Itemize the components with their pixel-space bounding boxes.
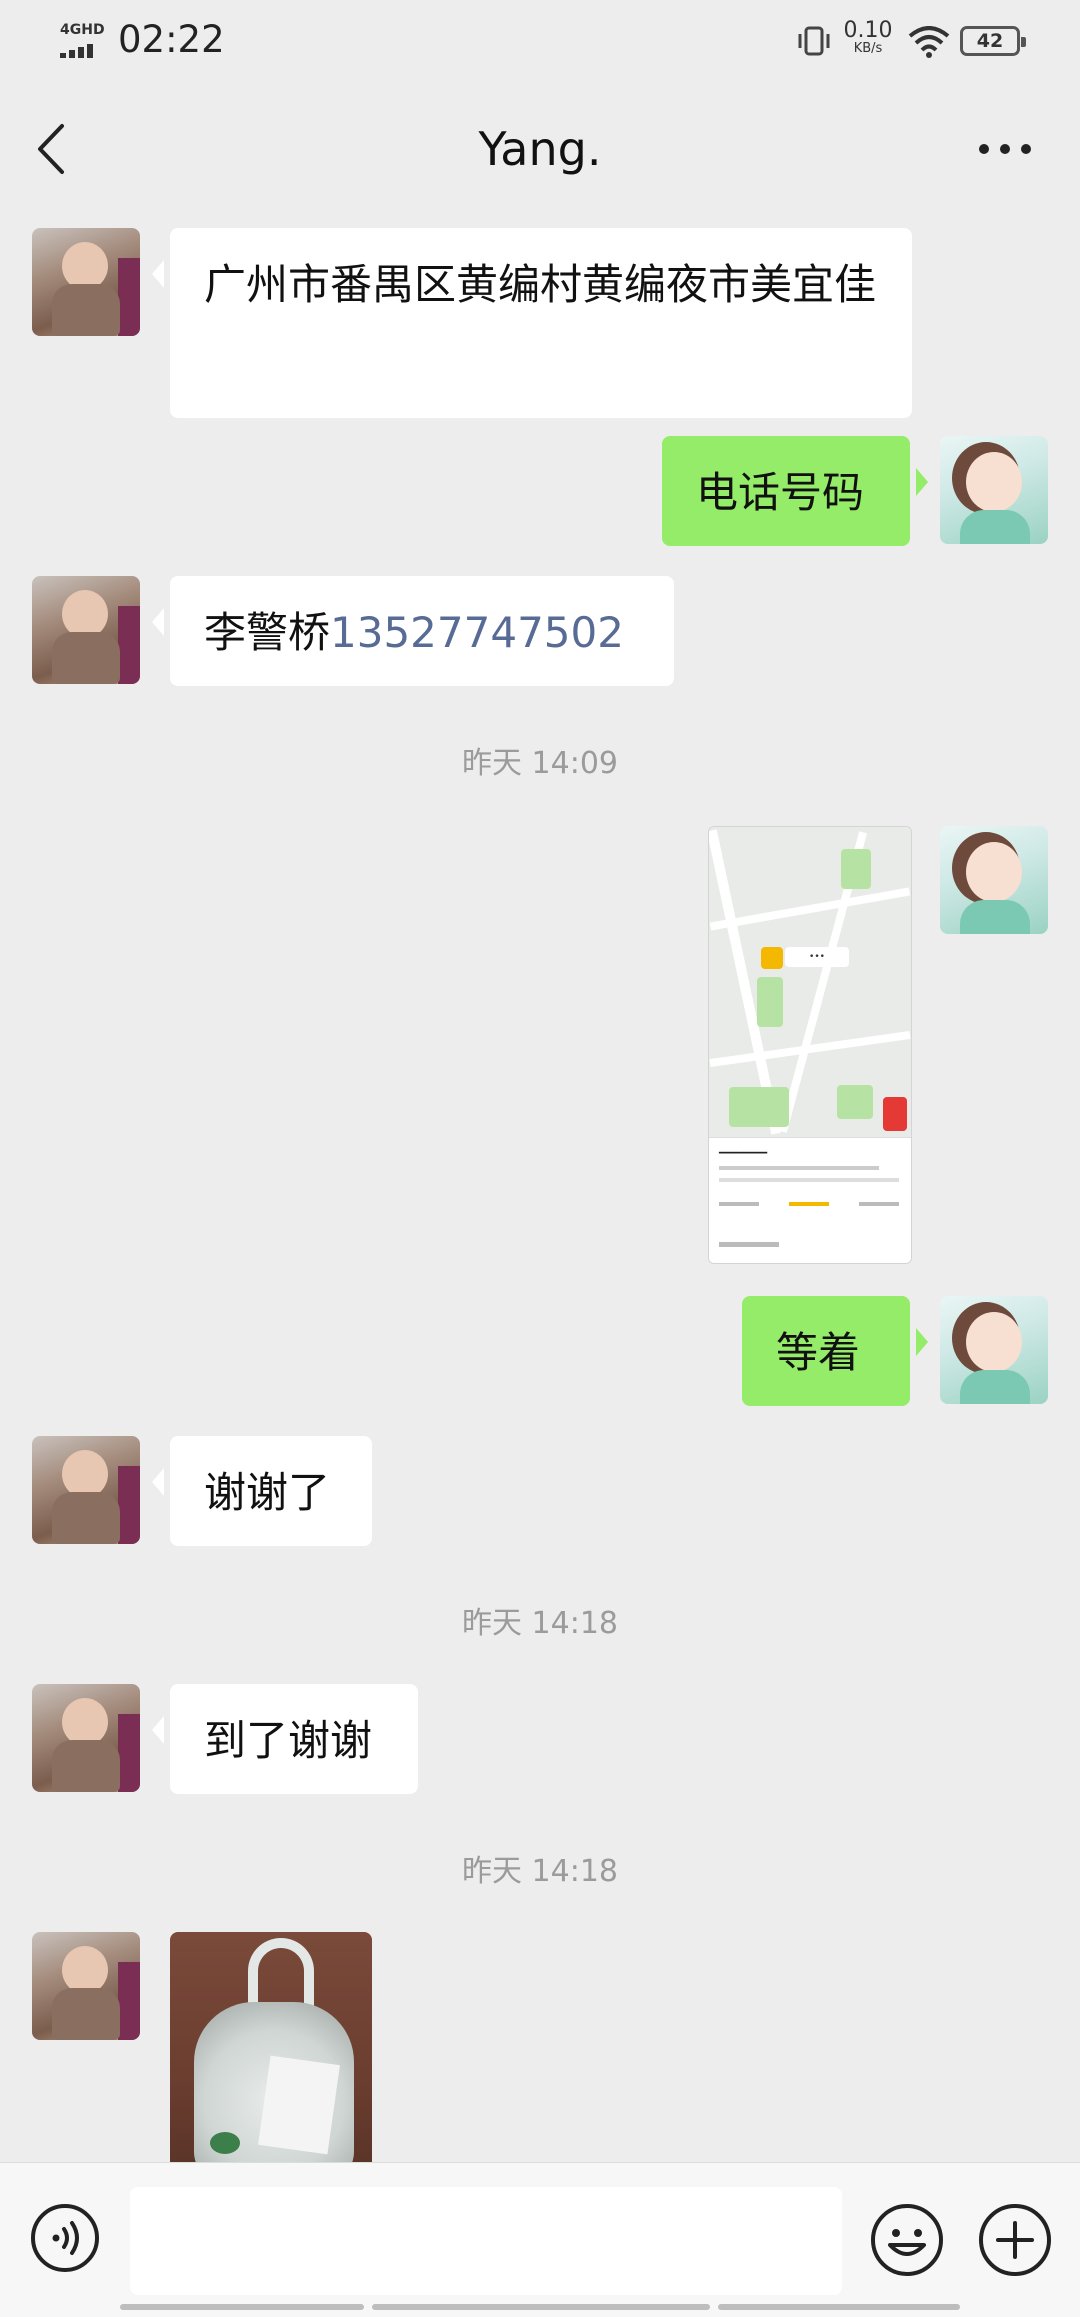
message-text: 到了谢谢: [204, 1716, 373, 1765]
status-time: 02:22: [118, 18, 225, 61]
message-bubble[interactable]: 李警桥13527747502: [152, 576, 674, 686]
battery-level: 42: [976, 30, 1004, 52]
self-avatar[interactable]: [940, 826, 1048, 934]
wifi-icon: [908, 26, 950, 58]
message-text: 广州市番禺区黄编村黄编夜市美宜佳: [204, 260, 877, 309]
message-bubble[interactable]: 广州市番禺区黄编村黄编夜市美宜佳: [152, 228, 912, 418]
chat-area[interactable]: 广州市番禺区黄编村黄编夜市美宜佳 电话号码 李警桥13527747502 昨天 …: [0, 214, 1080, 2162]
contact-avatar[interactable]: [32, 1436, 140, 1544]
contact-avatar[interactable]: [32, 576, 140, 684]
message-text: 电话号码: [696, 468, 865, 517]
phone-link[interactable]: 13527747502: [330, 608, 624, 657]
timestamp: 昨天 14:09: [462, 746, 618, 781]
network-speed: 0.10 KB/s: [843, 18, 893, 56]
contact-avatar[interactable]: [32, 1932, 140, 2040]
timestamp: 昨天 14:18: [462, 1606, 618, 1641]
more-dots-icon[interactable]: [972, 124, 1038, 174]
message-input[interactable]: [130, 2187, 842, 2295]
photo-bag-image[interactable]: [170, 1932, 372, 2162]
contact-avatar[interactable]: [32, 228, 140, 336]
self-avatar[interactable]: [940, 436, 1048, 544]
emoji-icon[interactable]: [870, 2203, 944, 2277]
input-bar: [0, 2162, 1080, 2317]
timestamp: 昨天 14:18: [462, 1854, 618, 1889]
nav-bar: Yang.: [0, 84, 1080, 214]
vibrate-icon: [798, 26, 830, 56]
plus-icon[interactable]: [978, 2203, 1052, 2277]
page-title: Yang.: [478, 122, 602, 176]
message-bubble[interactable]: 电话号码: [662, 436, 928, 546]
voice-icon[interactable]: [30, 2203, 100, 2273]
message-text: 等着: [776, 1328, 861, 1377]
self-avatar[interactable]: [940, 1296, 1048, 1404]
status-bar: 4GHD 02:22 0.10 KB/s 42: [0, 0, 1080, 84]
message-bubble[interactable]: 等着: [742, 1296, 928, 1406]
message-bubble[interactable]: 到了谢谢: [152, 1684, 418, 1794]
battery-icon: 42: [960, 26, 1026, 56]
signal-icon: 4GHD: [60, 22, 106, 58]
network-type: 4GHD: [60, 22, 105, 38]
map-screenshot-image[interactable]: ••• ━━━━━━━━: [708, 826, 912, 1264]
gesture-bar: [372, 2304, 710, 2310]
message-bubble[interactable]: 谢谢了: [152, 1436, 372, 1546]
contact-avatar[interactable]: [32, 1684, 140, 1792]
gesture-bar: [120, 2304, 364, 2310]
gesture-bar: [718, 2304, 960, 2310]
message-text: 谢谢了: [204, 1468, 331, 1517]
contact-name: 李警桥: [204, 608, 331, 657]
